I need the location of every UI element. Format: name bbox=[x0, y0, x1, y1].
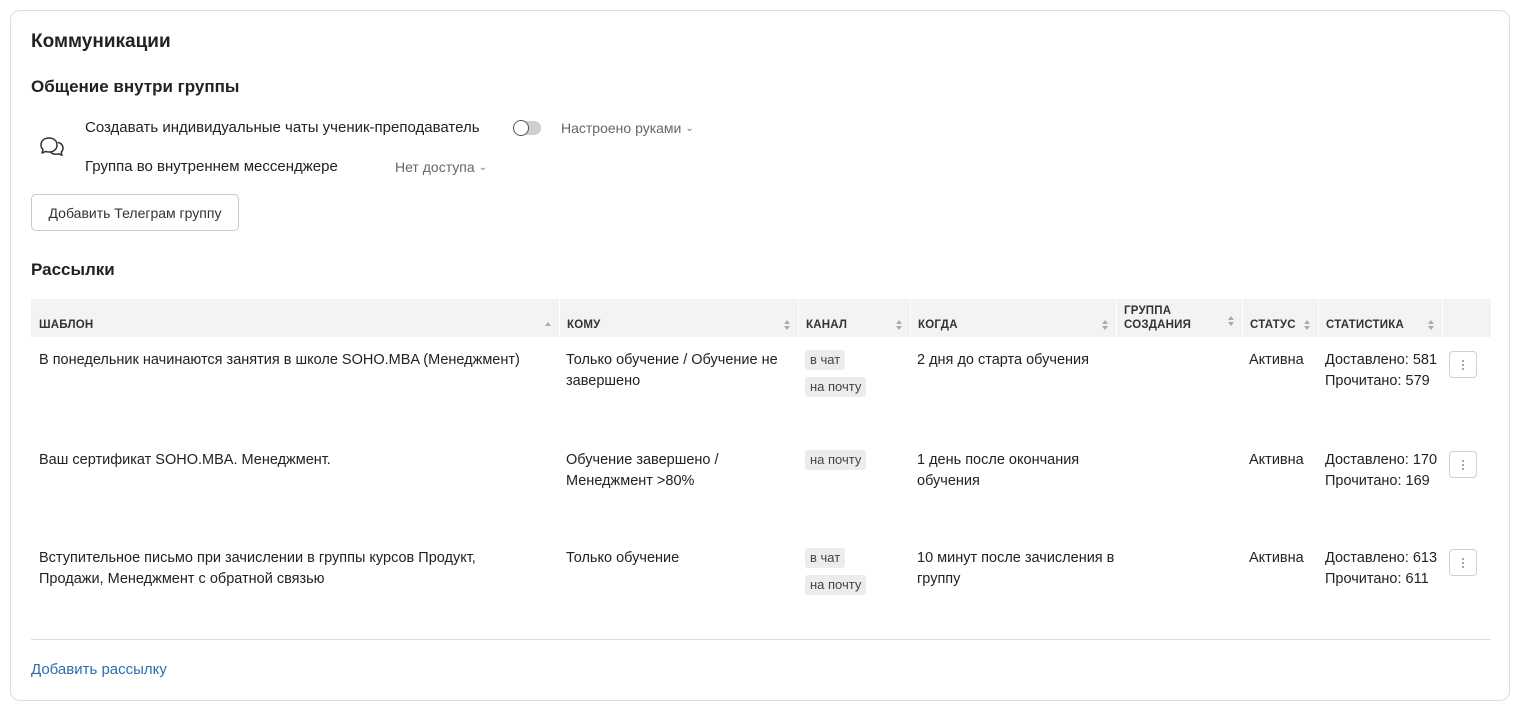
channel-tag: на почту bbox=[805, 575, 867, 595]
column-status[interactable]: СТАТУС bbox=[1242, 299, 1318, 337]
internal-messenger-dropdown[interactable]: Нет доступа ⌄ bbox=[395, 159, 487, 175]
template-cell: Ваш сертификат SOHO.MBA. Менеджмент. bbox=[39, 452, 331, 468]
statistics-cell: Доставлено: 613 Прочитано: 611 bbox=[1325, 550, 1438, 587]
template-cell: Вступительное письмо при зачислении в гр… bbox=[39, 550, 476, 587]
sort-icon[interactable] bbox=[1427, 319, 1435, 331]
channel-tag: на почту bbox=[805, 377, 867, 397]
recipient-cell: Только обучение / Обучение не завершено bbox=[566, 352, 778, 389]
row-menu-button[interactable] bbox=[1449, 351, 1477, 378]
column-to[interactable]: КОМУ bbox=[559, 299, 798, 337]
individual-chats-dropdown[interactable]: Настроено руками ⌄ bbox=[561, 120, 694, 136]
table-row: В понедельник начинаются занятия в школе… bbox=[31, 350, 1491, 440]
row-menu-button[interactable] bbox=[1449, 549, 1477, 576]
recipient-cell: Только обучение bbox=[566, 550, 680, 566]
column-channel[interactable]: КАНАЛ bbox=[798, 299, 910, 337]
when-cell: 2 дня до старта обучения bbox=[917, 352, 1089, 368]
section-title: Коммуникации bbox=[31, 31, 171, 52]
internal-messenger-label: Группа во внутреннем мессенджере bbox=[85, 158, 338, 175]
sort-icon[interactable] bbox=[544, 319, 552, 331]
column-template[interactable]: ШАБЛОН bbox=[31, 299, 559, 337]
sort-icon[interactable] bbox=[895, 319, 903, 331]
status-cell: Активна bbox=[1249, 352, 1304, 368]
divider bbox=[31, 639, 1491, 640]
sort-icon[interactable] bbox=[1303, 319, 1311, 331]
column-statistics[interactable]: СТАТИСТИКА bbox=[1318, 299, 1442, 337]
chevron-down-icon: ⌄ bbox=[478, 162, 488, 173]
channel-cell: в чат на почту bbox=[805, 548, 895, 602]
channel-cell: на почту bbox=[805, 450, 895, 477]
column-group[interactable]: ГРУППА СОЗДАНИЯ bbox=[1116, 299, 1242, 337]
sort-icon[interactable] bbox=[1101, 319, 1109, 331]
chevron-down-icon: ⌄ bbox=[685, 123, 694, 134]
table-header: ШАБЛОН КОМУ КАНАЛ КОГДА ГРУППА СОЗДАНИЯ … bbox=[31, 299, 1491, 337]
table-row: Ваш сертификат SOHO.MBA. Менеджмент. Обу… bbox=[31, 450, 1491, 540]
column-when[interactable]: КОГДА bbox=[910, 299, 1116, 337]
status-cell: Активна bbox=[1249, 452, 1304, 468]
channel-cell: в чат на почту bbox=[805, 350, 895, 404]
add-telegram-group-button[interactable]: Добавить Телеграм группу bbox=[31, 194, 239, 231]
channel-tag: на почту bbox=[805, 450, 867, 470]
dropdown-value: Нет доступа bbox=[395, 159, 475, 175]
channel-tag: в чат bbox=[805, 350, 846, 370]
status-cell: Активна bbox=[1249, 550, 1304, 566]
table-row: Вступительное письмо при зачислении в гр… bbox=[31, 548, 1491, 628]
sort-icon[interactable] bbox=[1227, 315, 1235, 327]
recipient-cell: Обучение завершено / Менеджмент >80% bbox=[566, 452, 719, 489]
statistics-cell: Доставлено: 170 Прочитано: 169 bbox=[1325, 452, 1438, 489]
mailings-title: Рассылки bbox=[31, 260, 115, 279]
add-mailing-link[interactable]: Добавить рассылку bbox=[31, 661, 167, 678]
template-cell: В понедельник начинаются занятия в школе… bbox=[39, 352, 520, 368]
row-menu-button[interactable] bbox=[1449, 451, 1477, 478]
when-cell: 10 минут после зачисления в группу bbox=[917, 550, 1115, 587]
channel-tag: в чат bbox=[805, 548, 846, 568]
statistics-cell: Доставлено: 581 Прочитано: 579 bbox=[1325, 352, 1438, 389]
sort-icon[interactable] bbox=[783, 319, 791, 331]
when-cell: 1 день после окончания обучения bbox=[917, 452, 1080, 489]
individual-chats-label: Создавать индивидуальные чаты ученик-пре… bbox=[85, 119, 480, 136]
group-communication-title: Общение внутри группы bbox=[31, 77, 240, 96]
dropdown-value: Настроено руками bbox=[561, 120, 682, 136]
chat-bubbles-icon bbox=[40, 137, 64, 157]
individual-chats-toggle[interactable] bbox=[513, 120, 541, 136]
communications-card: Коммуникации Общение внутри группы Созда… bbox=[10, 10, 1510, 701]
toggle-knob bbox=[513, 120, 529, 136]
